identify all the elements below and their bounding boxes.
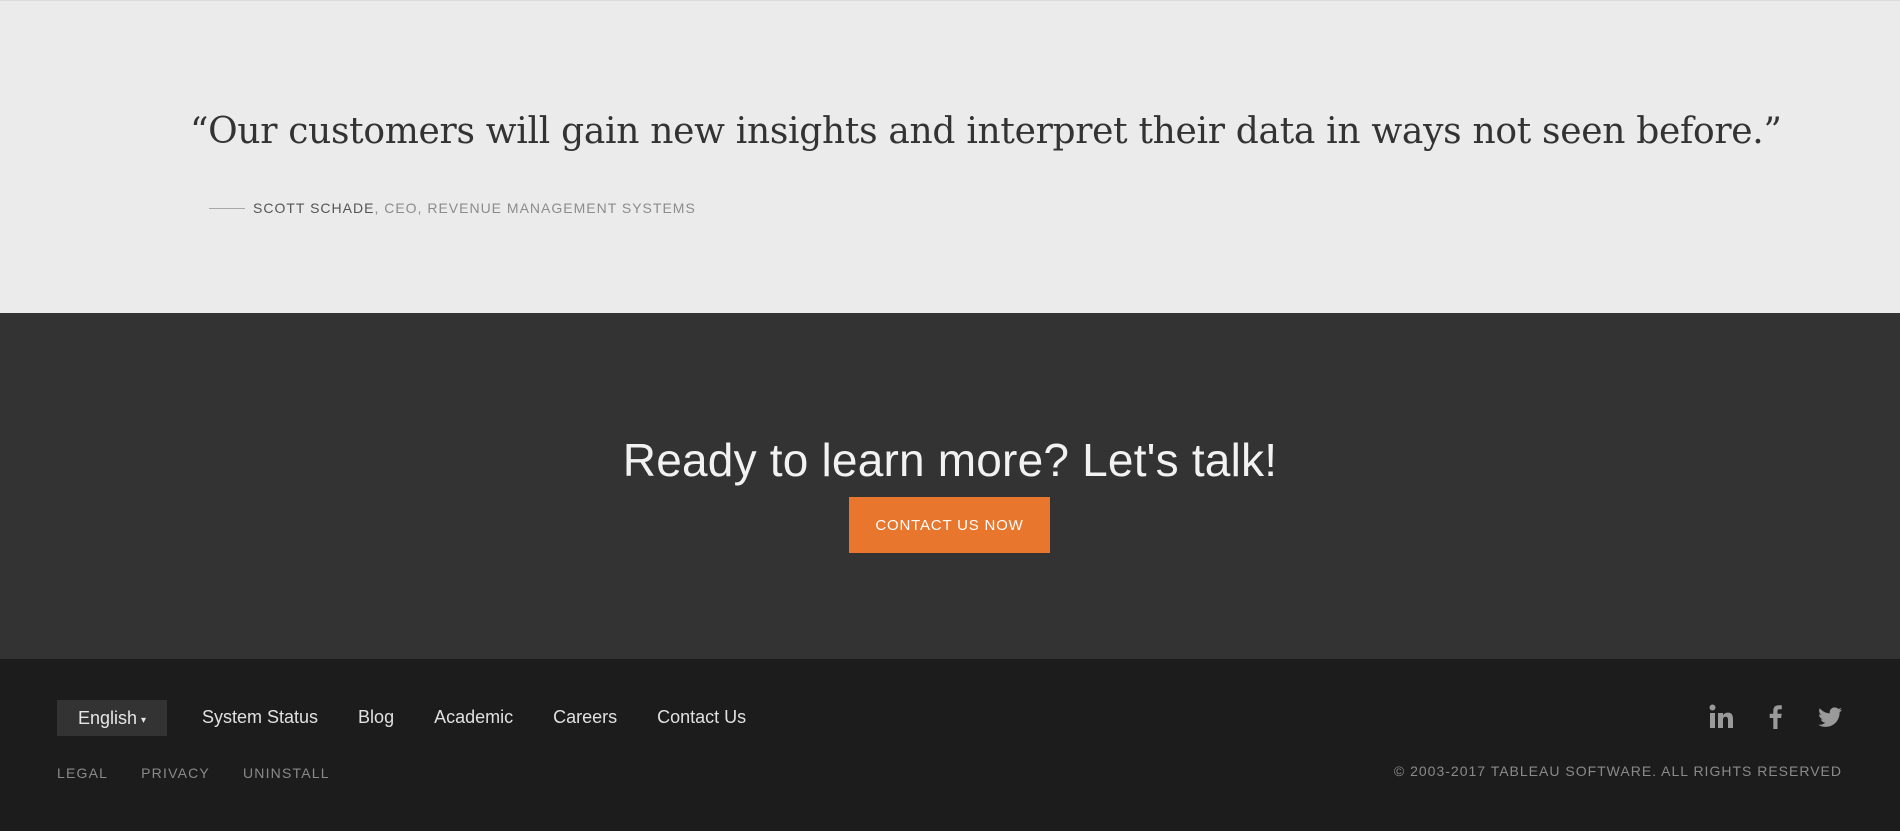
footer-link-careers[interactable]: Careers <box>553 707 617 728</box>
site-footer: English ▾ System Status Blog Academic Ca… <box>0 659 1900 831</box>
testimonial-quote: “Our customers will gain new insights an… <box>190 111 1782 152</box>
footer-link-contact-us[interactable]: Contact Us <box>657 707 746 728</box>
testimonial-attribution: SCOTT SCHADE , CEO, REVENUE MANAGEMENT S… <box>209 200 696 216</box>
testimonial-section: “Our customers will gain new insights an… <box>0 0 1900 313</box>
copyright-text: © 2003-2017 TABLEAU SOFTWARE. ALL RIGHTS… <box>1393 763 1842 779</box>
attribution-author: SCOTT SCHADE <box>253 200 375 216</box>
social-links <box>1708 703 1844 731</box>
facebook-icon[interactable] <box>1762 703 1790 731</box>
linkedin-icon[interactable] <box>1708 703 1736 731</box>
cta-heading: Ready to learn more? Let's talk! <box>622 434 1278 487</box>
footer-link-system-status[interactable]: System Status <box>202 707 318 728</box>
attribution-role: , CEO, REVENUE MANAGEMENT SYSTEMS <box>374 200 696 216</box>
language-selector[interactable]: English ▾ <box>57 700 167 736</box>
uninstall-link[interactable]: UNINSTALL <box>243 765 330 781</box>
twitter-icon[interactable] <box>1816 703 1844 731</box>
legal-links: LEGAL PRIVACY UNINSTALL <box>57 765 330 781</box>
language-selected-value: English <box>77 707 137 728</box>
footer-link-blog[interactable]: Blog <box>358 707 394 728</box>
contact-cta-section: Ready to learn more? Let's talk! CONTACT… <box>0 313 1900 659</box>
legal-link[interactable]: LEGAL <box>57 765 108 781</box>
contact-us-now-button[interactable]: CONTACT US NOW <box>849 497 1050 553</box>
footer-nav: System Status Blog Academic Careers Cont… <box>202 707 746 728</box>
privacy-link[interactable]: PRIVACY <box>141 765 210 781</box>
attribution-divider <box>209 207 245 209</box>
footer-link-academic[interactable]: Academic <box>434 707 513 728</box>
chevron-down-icon: ▾ <box>141 714 147 726</box>
